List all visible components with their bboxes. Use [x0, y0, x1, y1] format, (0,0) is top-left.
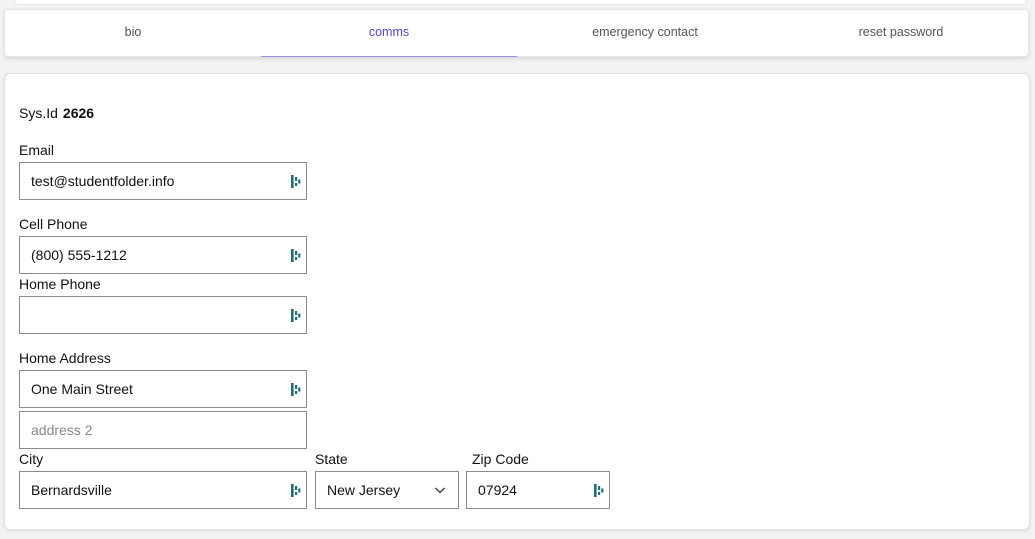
- tab-reset-password[interactable]: reset password: [773, 10, 1029, 57]
- home-phone-field-wrapper: [19, 296, 307, 334]
- home-address-label: Home Address: [19, 350, 111, 366]
- address-line2-wrapper: [19, 411, 307, 449]
- zip-field-wrapper: [466, 471, 610, 509]
- cell-phone-label: Cell Phone: [19, 216, 88, 232]
- tab-emergency-contact[interactable]: emergency contact: [517, 10, 773, 57]
- address-line1-field[interactable]: [20, 371, 306, 407]
- home-phone-label: Home Phone: [19, 276, 101, 292]
- email-field[interactable]: [20, 163, 306, 199]
- password-manager-icon[interactable]: [291, 175, 301, 188]
- city-label: City: [19, 451, 44, 467]
- home-phone-field[interactable]: [20, 297, 306, 333]
- sys-id-value: 2626: [62, 105, 95, 121]
- comms-form-card: Sys.Id2626 Email Cell Phone Home Phone: [4, 73, 1030, 530]
- zip-field[interactable]: [467, 472, 609, 508]
- sys-id-label: Sys.Id: [19, 105, 58, 121]
- sys-id: Sys.Id 2626: [19, 105, 94, 121]
- tab-bar: bio comms emergency contact reset passwo…: [4, 9, 1029, 57]
- chevron-down-icon: [434, 487, 446, 494]
- state-label: State: [315, 451, 348, 467]
- password-manager-icon[interactable]: [291, 484, 301, 497]
- tab-comms[interactable]: comms: [261, 10, 517, 57]
- email-label: Email: [19, 142, 55, 158]
- city-field[interactable]: [20, 472, 306, 508]
- state-select[interactable]: New Jersey: [315, 471, 459, 509]
- password-manager-icon[interactable]: [291, 309, 301, 322]
- cell-phone-field-wrapper: [19, 236, 307, 274]
- password-manager-icon[interactable]: [594, 484, 604, 497]
- password-manager-icon[interactable]: [291, 249, 301, 262]
- address-line2-field[interactable]: [20, 412, 306, 448]
- address-line1-wrapper: [19, 370, 307, 408]
- password-manager-icon[interactable]: [291, 383, 301, 396]
- tab-bio[interactable]: bio: [5, 10, 261, 57]
- city-field-wrapper: [19, 471, 307, 509]
- top-strip: [14, 0, 1027, 5]
- zip-label: Zip Code: [472, 451, 529, 467]
- cell-phone-field[interactable]: [20, 237, 306, 273]
- email-field-wrapper: [19, 162, 307, 200]
